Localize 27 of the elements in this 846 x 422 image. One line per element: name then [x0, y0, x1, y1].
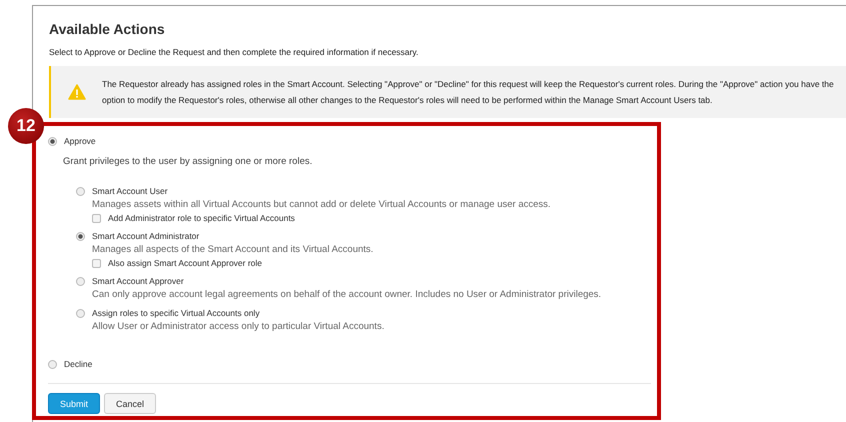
- role-label: Smart Account Administrator: [92, 231, 200, 241]
- warning-icon: [68, 84, 86, 100]
- checkbox-label: Also assign Smart Account Approver role: [108, 258, 262, 268]
- role-description: Manages all aspects of the Smart Account and its Virtual Accounts.: [92, 244, 374, 255]
- radio-label: Decline: [64, 359, 92, 369]
- role-description: Can only approve account legal agreements on behalf of the account owner. Includes no User or Administrator privileges.: [92, 289, 602, 300]
- checkbox[interactable]: [92, 258, 101, 268]
- role-label: Smart Account Approver: [92, 276, 184, 286]
- role-description: Manages assets within all Virtual Accounts but cannot add or delete Virtual Accounts or manage user access.: [92, 199, 552, 210]
- checkbox-label: Add Administrator role to specific Virtual Accounts: [108, 213, 295, 223]
- role-description: Allow User or Administrator access only to particular Virtual Accounts.: [92, 321, 386, 332]
- cancel-button[interactable]: Cancel: [104, 393, 156, 414]
- instructions-text: Select to Approve or Decline the Request and then complete the required information if necessary.: [49, 47, 420, 57]
- role-label: Smart Account User: [92, 186, 168, 196]
- radio-button[interactable]: [76, 232, 85, 240]
- radio-button[interactable]: [76, 276, 85, 286]
- radio-button[interactable]: [48, 136, 57, 146]
- alert-text: The Requestor already has assigned roles in the Smart Account. Selecting "Approve" or "Decline" for this request will keep the Requestor's current roles. During the "Approve" action you have the option to modify the Requestor's roles, otherwise all other changes to the Requestor's roles will need to be performed within the Manage Smart Account Users tab.: [102, 78, 834, 107]
- radio-label: Approve: [64, 136, 96, 146]
- checkbox[interactable]: [92, 214, 101, 222]
- callout-badge: 12: [8, 108, 44, 144]
- radio-button[interactable]: [76, 186, 85, 196]
- role-label: Assign roles to specific Virtual Accounts only: [92, 308, 260, 318]
- radio-button[interactable]: [48, 360, 57, 368]
- radio-button[interactable]: [76, 308, 85, 318]
- action-description: Grant privileges to the user by assigning one or more roles.: [63, 156, 314, 167]
- section-title: Available Actions: [49, 21, 166, 37]
